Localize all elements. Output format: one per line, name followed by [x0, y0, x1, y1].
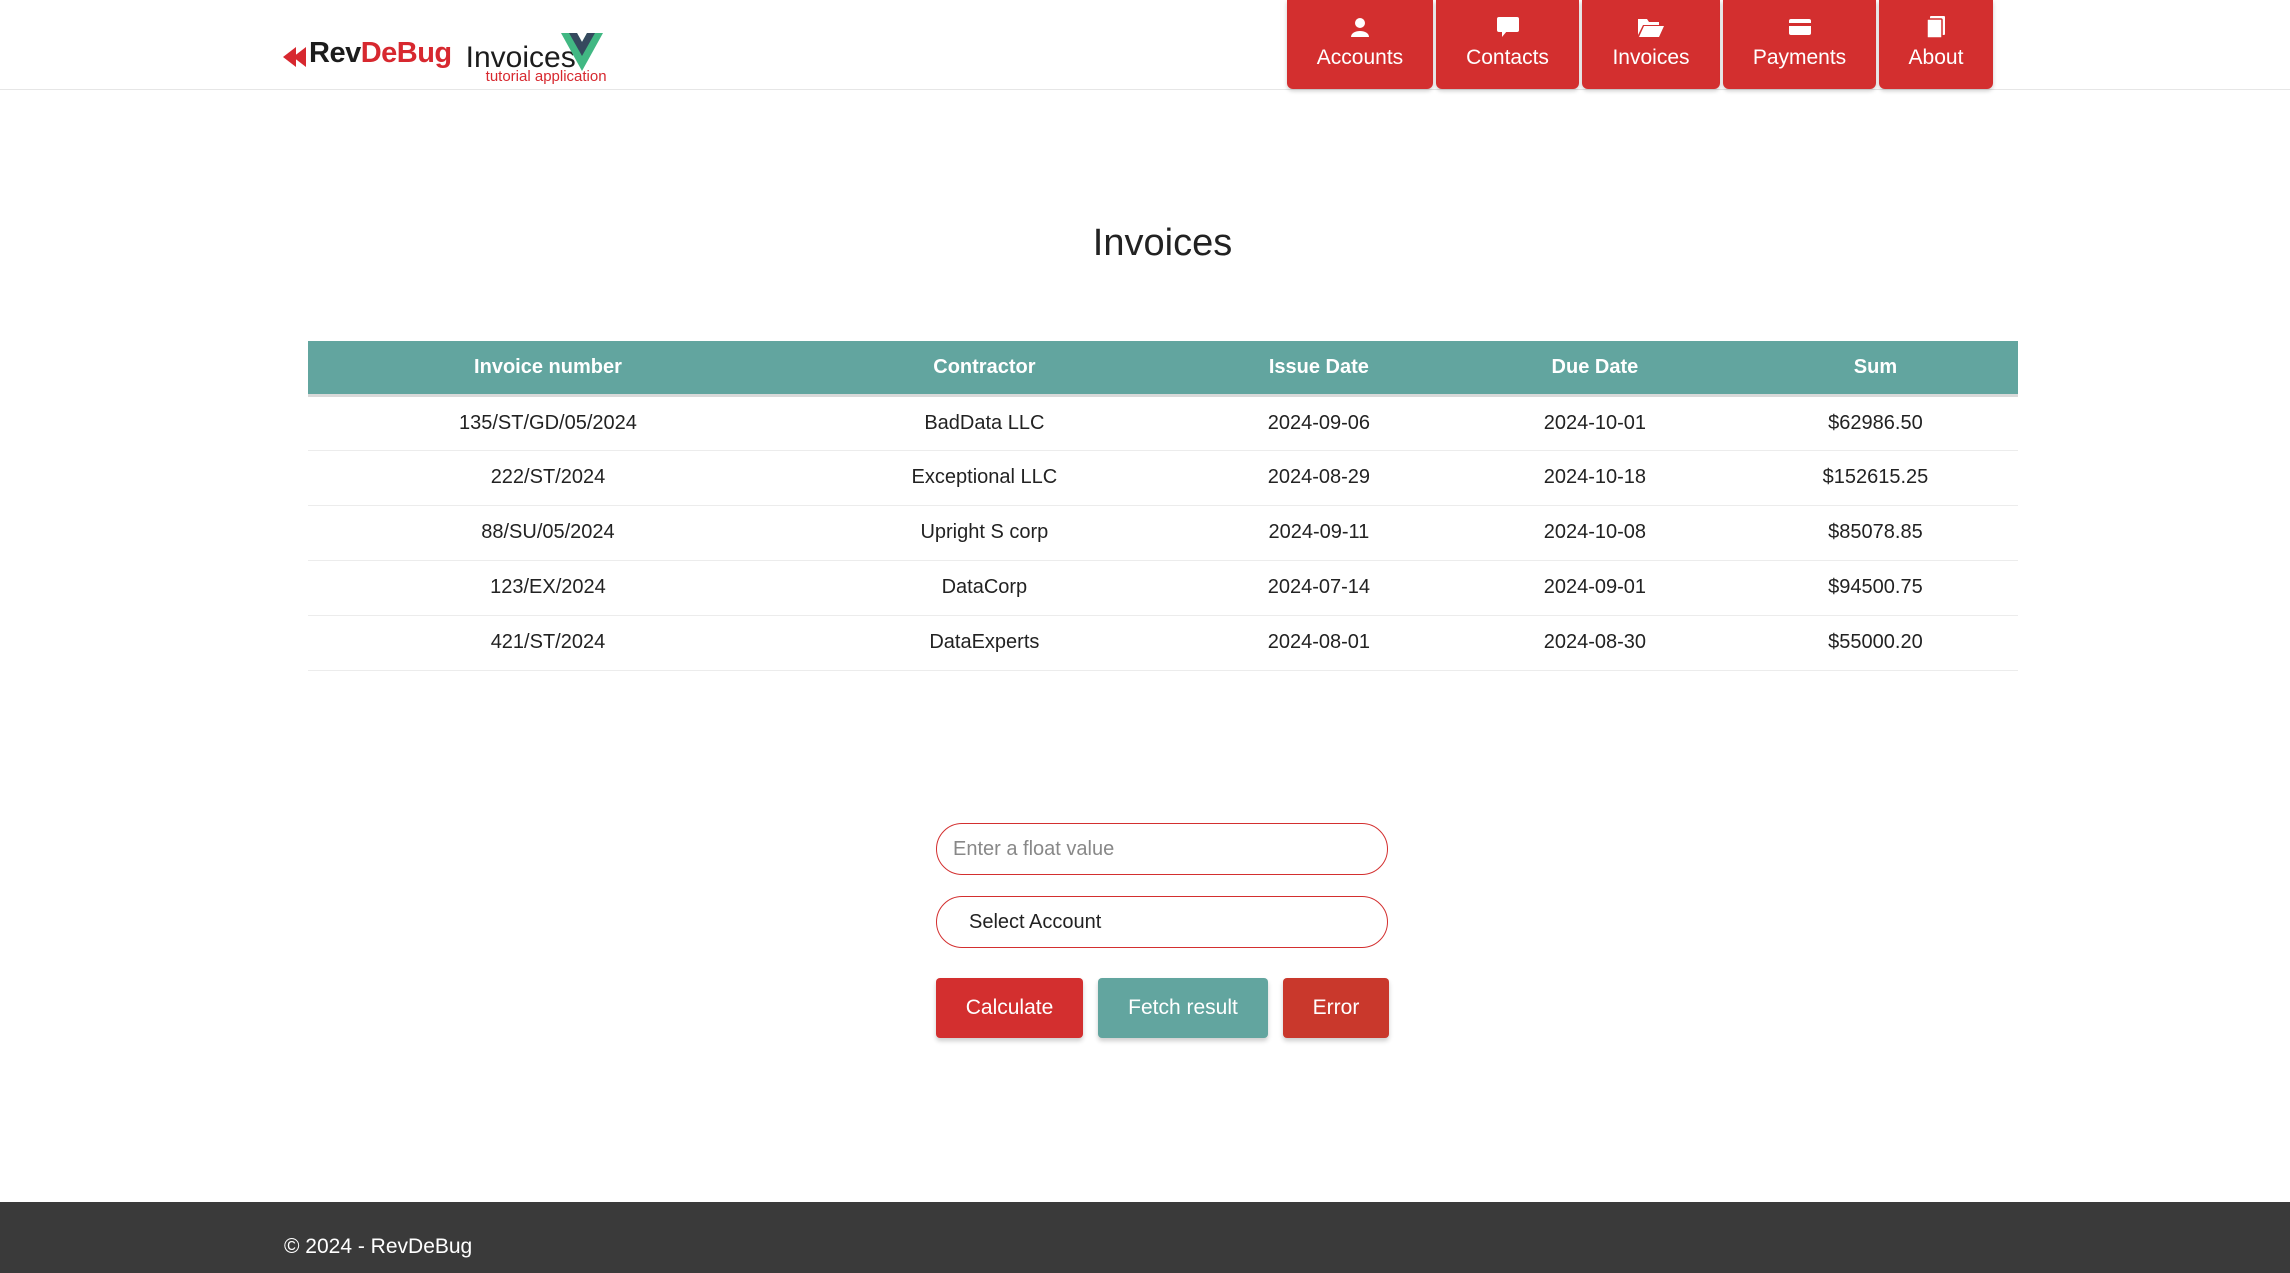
cell-due-date: 2024-09-01	[1456, 560, 1733, 616]
cell-contractor: DataCorp	[787, 560, 1181, 616]
nav-contacts[interactable]: Contacts	[1436, 0, 1579, 89]
table-row[interactable]: 222/ST/2024 Exceptional LLC 2024-08-29 2…	[308, 450, 2018, 506]
table-row[interactable]: 421/ST/2024 DataExperts 2024-08-01 2024-…	[308, 615, 2018, 671]
nav-about[interactable]: About	[1879, 0, 1993, 89]
logo-app-subtitle: tutorial application	[485, 68, 607, 85]
cell-invoice-number: 222/ST/2024	[308, 450, 788, 506]
cell-contractor: DataExperts	[787, 615, 1181, 671]
cell-sum: $62986.50	[1732, 395, 2018, 451]
error-button[interactable]: Error	[1283, 978, 1389, 1038]
cell-sum: $152615.25	[1732, 450, 2018, 506]
cell-sum: $94500.75	[1732, 560, 2018, 616]
logo-brand-right: DeBug	[360, 37, 452, 69]
comment-icon	[1496, 16, 1519, 38]
page-title: Invoices	[1092, 222, 1233, 264]
invoices-table-wrapper: Invoice number Contractor Issue Date Due…	[308, 341, 2018, 671]
vue-logo-icon	[560, 33, 603, 71]
cell-sum: $55000.20	[1732, 615, 2018, 671]
column-header-sum[interactable]: Sum	[1732, 341, 2018, 397]
book-icon	[1927, 16, 1945, 38]
account-select[interactable]: Select Account	[936, 896, 1388, 948]
user-icon	[1350, 16, 1370, 38]
cell-invoice-number: 421/ST/2024	[308, 615, 788, 671]
column-header-contractor[interactable]: Contractor	[787, 341, 1181, 397]
header: RevDeBug Invoices tutorial application A…	[0, 0, 2290, 90]
float-value-input[interactable]	[936, 823, 1388, 875]
calculate-button[interactable]: Calculate	[936, 978, 1083, 1038]
nav-invoices-label: Invoices	[1612, 46, 1690, 69]
invoices-table: Invoice number Contractor Issue Date Due…	[308, 341, 2018, 671]
main-nav: Accounts Contacts Invoices Payments Abou…	[1287, 0, 1993, 89]
nav-payments[interactable]: Payments	[1723, 0, 1876, 89]
logo-brand: RevDeBug	[309, 33, 452, 73]
cell-issue-date: 2024-08-29	[1180, 450, 1457, 506]
column-header-issue-date[interactable]: Issue Date	[1180, 341, 1457, 397]
cell-issue-date: 2024-09-06	[1180, 395, 1457, 451]
cell-sum: $85078.85	[1732, 505, 2018, 561]
cell-due-date: 2024-10-08	[1456, 505, 1733, 561]
cell-contractor: Exceptional LLC	[787, 450, 1181, 506]
logo-brand-left: Rev	[309, 37, 361, 69]
credit-card-icon	[1788, 16, 1811, 38]
cell-issue-date: 2024-09-11	[1180, 505, 1457, 561]
cell-issue-date: 2024-08-01	[1180, 615, 1457, 671]
calculation-form: Select Account Calculate Fetch result Er…	[936, 823, 1389, 1038]
cell-invoice-number: 123/EX/2024	[308, 560, 788, 616]
nav-accounts[interactable]: Accounts	[1287, 0, 1433, 89]
cell-invoice-number: 88/SU/05/2024	[308, 505, 788, 561]
cell-invoice-number: 135/ST/GD/05/2024	[308, 395, 788, 451]
rewind-icon	[283, 47, 306, 67]
logo-app: Invoices tutorial application	[466, 33, 616, 85]
nav-accounts-label: Accounts	[1316, 46, 1404, 69]
cell-issue-date: 2024-07-14	[1180, 560, 1457, 616]
cell-contractor: Upright S corp	[787, 505, 1181, 561]
column-header-due-date[interactable]: Due Date	[1456, 341, 1733, 397]
cell-contractor: BadData LLC	[787, 395, 1181, 451]
table-header-row: Invoice number Contractor Issue Date Due…	[308, 341, 2018, 397]
nav-payments-label: Payments	[1752, 46, 1847, 69]
folder-open-icon	[1638, 16, 1664, 38]
table-row[interactable]: 88/SU/05/2024 Upright S corp 2024-09-11 …	[308, 505, 2018, 561]
nav-contacts-label: Contacts	[1466, 46, 1549, 69]
app-logo[interactable]: RevDeBug Invoices tutorial application	[283, 33, 616, 85]
nav-about-label: About	[1908, 46, 1964, 69]
cell-due-date: 2024-08-30	[1456, 615, 1733, 671]
form-buttons: Calculate Fetch result Error	[936, 978, 1389, 1038]
footer: © 2024 - RevDeBug	[0, 1202, 2290, 1273]
account-select-value: Select Account	[969, 910, 1102, 933]
table-row[interactable]: 135/ST/GD/05/2024 BadData LLC 2024-09-06…	[308, 395, 2018, 451]
cell-due-date: 2024-10-01	[1456, 395, 1733, 451]
cell-due-date: 2024-10-18	[1456, 450, 1733, 506]
column-header-invoice-number[interactable]: Invoice number	[308, 341, 788, 397]
fetch-result-button[interactable]: Fetch result	[1098, 978, 1268, 1038]
table-row[interactable]: 123/EX/2024 DataCorp 2024-07-14 2024-09-…	[308, 560, 2018, 616]
footer-copyright: © 2024 - RevDeBug	[284, 1235, 473, 1258]
nav-invoices[interactable]: Invoices	[1582, 0, 1720, 89]
